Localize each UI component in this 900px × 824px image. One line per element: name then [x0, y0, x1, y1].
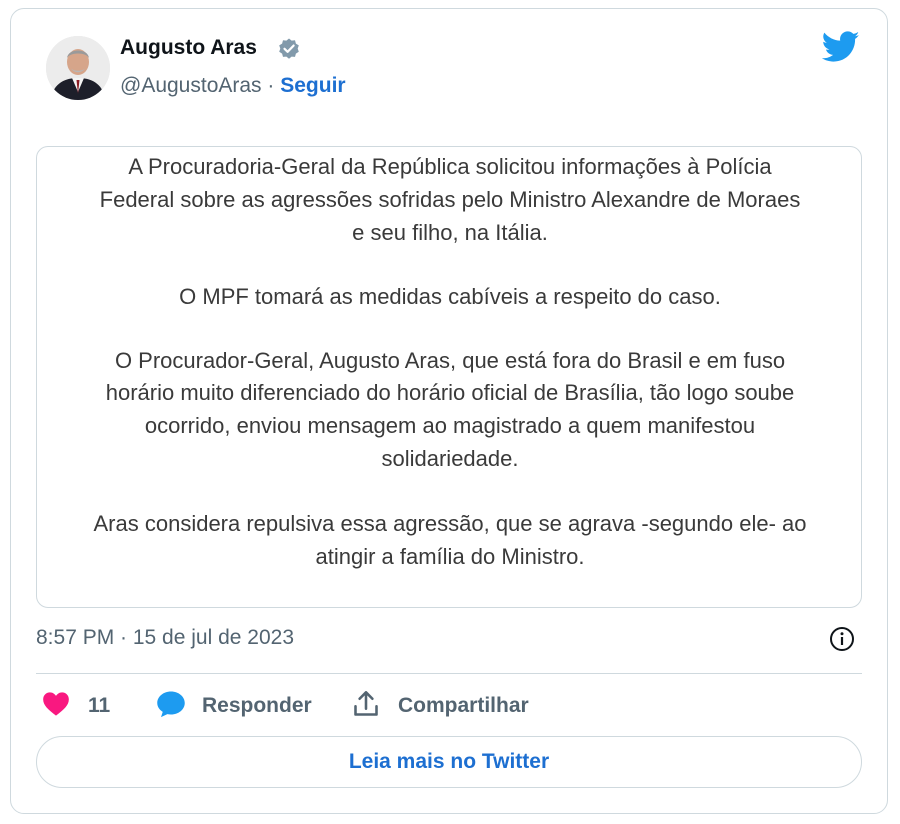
- share-label: Compartilhar: [398, 694, 529, 717]
- like-button[interactable]: 11: [42, 688, 110, 724]
- statement-line: ocorrido, enviou mensagem ao magistrado …: [144, 413, 756, 438]
- info-icon[interactable]: [829, 626, 855, 652]
- author-avatar[interactable]: [46, 36, 110, 100]
- statement-line: A Procuradoria-Geral da República solici…: [128, 154, 772, 179]
- reply-bubble-icon: [156, 690, 186, 723]
- statement-line: atingir a família do Ministro.: [315, 544, 585, 569]
- statement-line: O MPF tomará as medidas cabíveis a respe…: [179, 284, 721, 309]
- separator-dot: ·: [267, 74, 275, 97]
- avatar-image: [46, 36, 110, 100]
- handle-row: @AugustoAras · Seguir: [120, 74, 346, 98]
- follow-link[interactable]: Seguir: [280, 74, 345, 97]
- reply-button[interactable]: Responder: [156, 688, 312, 724]
- statement-line: e seu filho, na Itália.: [352, 220, 548, 245]
- statement-line: Federal sobre as agressões sofridas pelo…: [99, 187, 801, 212]
- heart-icon: [42, 691, 70, 722]
- divider: [36, 673, 862, 674]
- statement-image-box[interactable]: A Procuradoria-Geral da República solici…: [36, 146, 862, 608]
- statement-line: solidariedade.: [381, 446, 519, 471]
- like-count: 11: [88, 694, 111, 717]
- share-icon: [352, 690, 380, 723]
- tweet-timestamp[interactable]: 8:57 PM · 15 de jul de 2023: [36, 626, 294, 650]
- verified-badge-icon: [277, 37, 301, 61]
- statement-line: Aras considera repulsiva essa agressão, …: [93, 511, 807, 536]
- tweet-actions: 11 Responder Compartilhar: [36, 688, 862, 724]
- author-handle[interactable]: @AugustoAras: [120, 74, 262, 97]
- read-more-label: Leia mais no Twitter: [348, 750, 550, 773]
- twitter-bird-icon[interactable]: [821, 30, 860, 64]
- reply-label: Responder: [202, 694, 312, 717]
- author-name[interactable]: Augusto Aras: [120, 36, 257, 60]
- read-more-button[interactable]: Leia mais no Twitter: [36, 736, 862, 788]
- statement-line: horário muito diferenciado do horário of…: [105, 380, 795, 405]
- statement-line: O Procurador-Geral, Augusto Aras, que es…: [114, 348, 786, 373]
- share-button[interactable]: Compartilhar: [352, 688, 529, 724]
